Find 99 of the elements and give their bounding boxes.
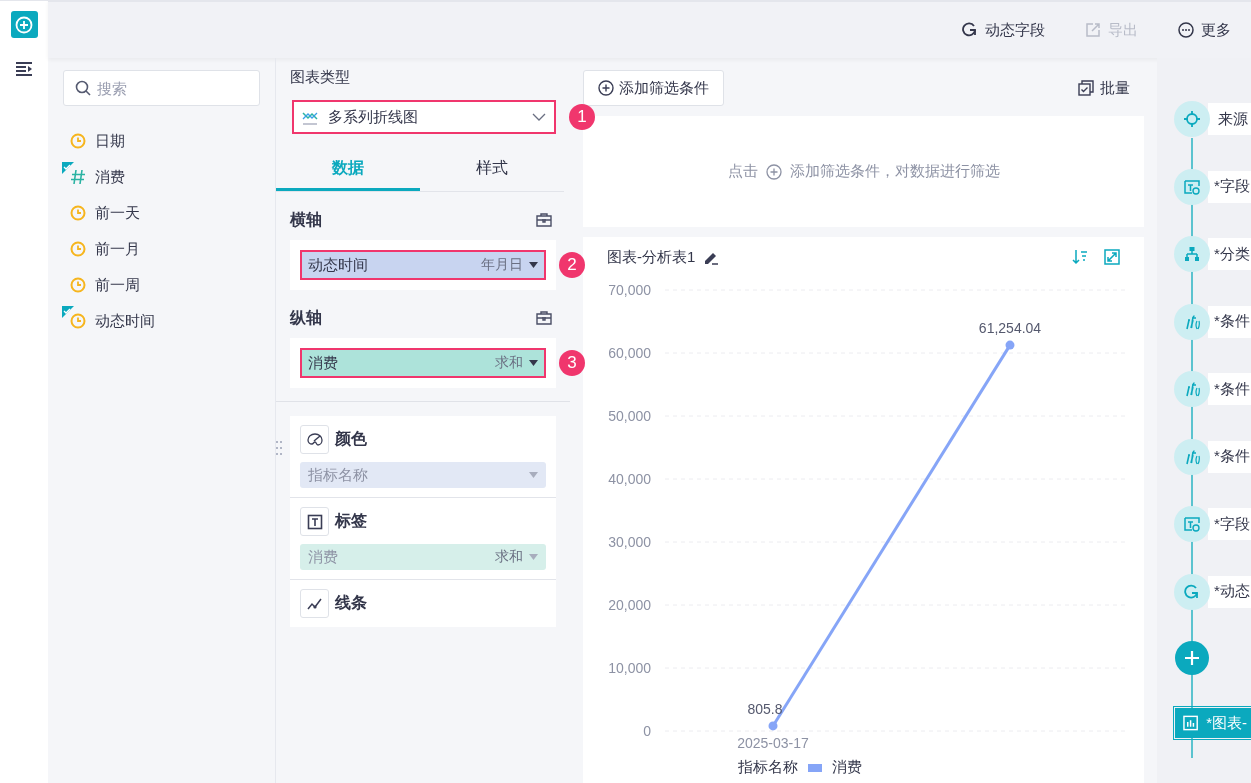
- flow-step-label[interactable]: *动态: [1208, 575, 1251, 608]
- number-badge: 3: [559, 350, 585, 376]
- data-label: 805.8: [747, 700, 783, 717]
- number-badge: 1: [569, 104, 595, 130]
- clock-icon: [69, 276, 87, 294]
- section-label: 颜色: [335, 429, 367, 449]
- checkbox-icon: [1078, 80, 1094, 96]
- table-gear-icon: [1184, 178, 1200, 195]
- hint-text: 添加筛选条件，对数据进行筛选: [789, 162, 1000, 181]
- flow-step-label[interactable]: *字段: [1208, 508, 1251, 540]
- field-item[interactable]: 消费: [95, 167, 125, 187]
- add-step-button[interactable]: [1175, 641, 1209, 675]
- toolbar-button[interactable]: 动态字段: [962, 20, 1045, 40]
- section-label: 纵轴: [290, 307, 322, 328]
- toolbox-icon[interactable]: [536, 212, 552, 228]
- line-chart-icon: [302, 109, 318, 125]
- flow-step-label[interactable]: *字段: [1208, 170, 1251, 203]
- field-item[interactable]: 前一周: [95, 275, 140, 295]
- export-icon: [1085, 21, 1102, 39]
- function-icon: [1184, 313, 1200, 330]
- flow-step-label[interactable]: *分类: [1208, 238, 1251, 270]
- palette-button[interactable]: [300, 425, 329, 454]
- number-badge: 2: [559, 252, 585, 278]
- flow-node[interactable]: [1174, 303, 1210, 340]
- chart-title: 图表-分析表1: [607, 247, 696, 267]
- crosshair-icon: [1184, 111, 1200, 127]
- field-item[interactable]: 前一天: [95, 203, 140, 223]
- toolbox-icon[interactable]: [536, 310, 552, 326]
- batch-button[interactable]: 批量: [1078, 78, 1144, 98]
- tab[interactable]: 样式: [420, 148, 564, 191]
- flow-node[interactable]: [1174, 236, 1210, 272]
- palette-icon: [306, 431, 323, 448]
- section-label: 标签: [335, 511, 367, 531]
- line-button[interactable]: [300, 589, 329, 618]
- section-label: 横轴: [290, 209, 322, 230]
- caret-icon: [529, 262, 538, 268]
- expand-icon[interactable]: [1104, 249, 1120, 265]
- refresh-icon: [962, 21, 979, 39]
- caret-icon: [529, 472, 538, 478]
- toolbar-button[interactable]: 更多: [1178, 20, 1231, 40]
- plus-circle-icon: [15, 15, 33, 34]
- function-icon: [1184, 448, 1200, 465]
- sort-icon[interactable]: [1072, 249, 1088, 265]
- hint-text: 点击: [727, 162, 758, 181]
- section-label: 图表类型: [290, 68, 351, 87]
- hash-icon: [69, 168, 87, 186]
- add-filter-button[interactable]: 添加筛选条件: [583, 70, 724, 106]
- axis-tick-label: 30,000: [608, 534, 651, 550]
- section-label: 线条: [335, 593, 367, 613]
- text-button[interactable]: [300, 507, 329, 536]
- axis-tick-label: 60,000: [608, 345, 651, 361]
- legend-label: 消费: [832, 758, 862, 777]
- flow-node[interactable]: [1174, 168, 1210, 205]
- field-chip[interactable]: 消费 求和: [300, 544, 546, 570]
- flow-node[interactable]: [1174, 101, 1210, 137]
- clock-icon: [69, 204, 87, 222]
- field-item[interactable]: 日期: [95, 131, 125, 151]
- flow-step-label[interactable]: *条件: [1208, 440, 1251, 473]
- table-gear-icon: [1184, 516, 1200, 532]
- flow-node[interactable]: [1174, 506, 1210, 542]
- plus-circle-icon: [765, 163, 782, 180]
- axis-tick-label: 50,000: [608, 408, 651, 424]
- add-button[interactable]: [10, 11, 38, 38]
- axis-tick-label: 10,000: [608, 660, 651, 676]
- search-icon: [75, 80, 91, 96]
- flow-step-label[interactable]: *条件: [1208, 373, 1251, 405]
- caret-icon: [529, 360, 538, 366]
- flow-node[interactable]: [1174, 573, 1210, 610]
- caret-icon: [529, 554, 538, 560]
- field-item[interactable]: 动态时间: [95, 311, 155, 331]
- legend-title: 指标名称: [738, 758, 798, 777]
- chevron-down-icon: [532, 113, 546, 121]
- clock-icon: [69, 312, 87, 330]
- bar-chart-icon: [1183, 715, 1199, 731]
- field-item[interactable]: 前一月: [95, 239, 140, 259]
- flow-node[interactable]: [1174, 438, 1210, 475]
- hierarchy-icon: [1184, 246, 1200, 262]
- text-icon: [306, 513, 323, 530]
- function-icon: [1184, 381, 1200, 397]
- search-field[interactable]: 搜索: [63, 70, 260, 106]
- axis-tick-label: 0: [643, 723, 651, 739]
- plus-icon: [1184, 650, 1200, 666]
- menu-icon[interactable]: [16, 62, 32, 76]
- data-point: [768, 721, 778, 731]
- plus-circle-icon: [598, 80, 614, 96]
- clock-icon: [69, 132, 87, 150]
- axis-tick-label: 20,000: [608, 597, 651, 613]
- flow-step-label[interactable]: 来源: [1208, 103, 1251, 135]
- refresh-icon: [1184, 583, 1200, 600]
- clock-icon: [69, 240, 87, 258]
- flow-step-label[interactable]: *条件: [1208, 305, 1251, 338]
- more-icon: [1178, 21, 1195, 39]
- axis-tick-label: 2025-03-17: [737, 735, 809, 751]
- drag-handle-icon[interactable]: [276, 440, 282, 456]
- flow-node[interactable]: [1174, 371, 1210, 407]
- data-point: [1005, 340, 1015, 350]
- axis-tick-label: 70,000: [608, 282, 651, 298]
- axis-tick-label: 40,000: [608, 471, 651, 487]
- data-label: 61,254.04: [978, 320, 1042, 337]
